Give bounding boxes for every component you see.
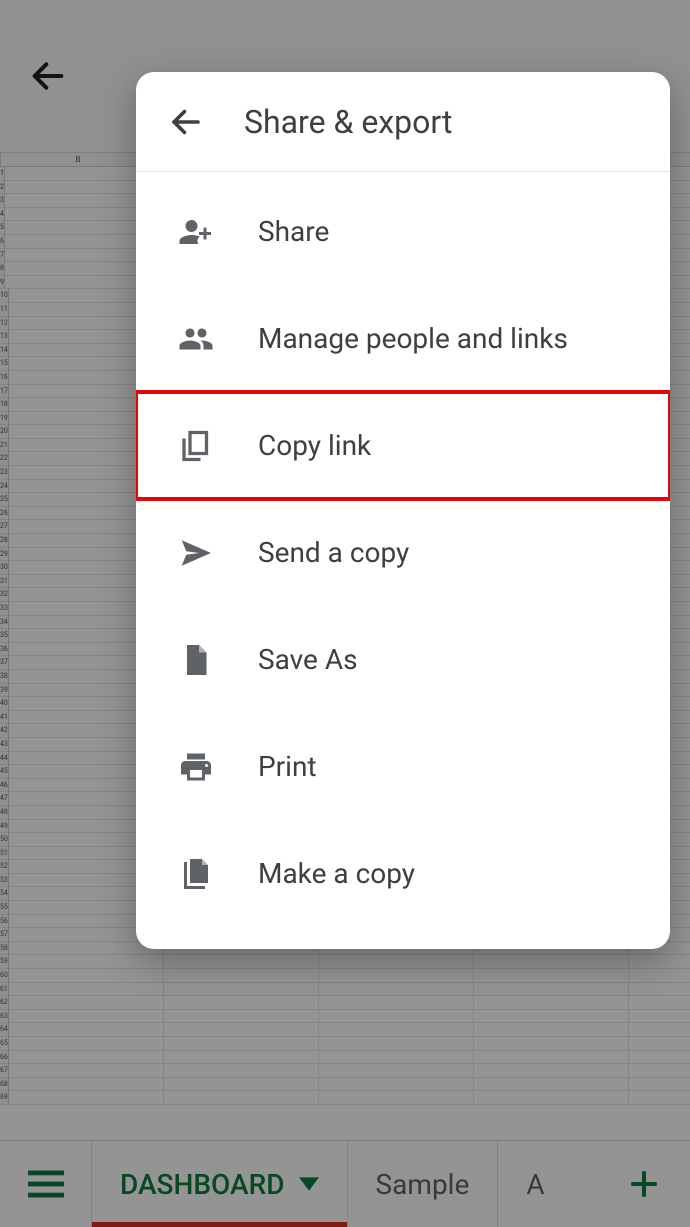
person-add-icon [170, 214, 222, 250]
menu-item-makecopy[interactable]: Make a copy [136, 820, 670, 927]
dialog-header: Share & export [136, 72, 670, 172]
send-icon [170, 535, 222, 571]
menu-item-label: Manage people and links [258, 322, 568, 355]
menu-item-send[interactable]: Send a copy [136, 499, 670, 606]
copy-icon [170, 428, 222, 464]
file-copy-icon [170, 856, 222, 892]
file-icon [170, 642, 222, 678]
menu-item-label: Send a copy [258, 536, 409, 569]
menu-item-label: Print [258, 750, 317, 783]
menu-item-copylink[interactable]: Copy link [136, 392, 670, 499]
people-icon [170, 321, 222, 357]
menu-item-label: Copy link [258, 429, 371, 462]
dialog-back-icon[interactable] [168, 104, 204, 140]
menu-item-saveas[interactable]: Save As [136, 606, 670, 713]
menu-item-share[interactable]: Share [136, 178, 670, 285]
share-export-dialog: Share & export Share Manage people and li… [136, 72, 670, 949]
menu-item-print[interactable]: Print [136, 713, 670, 820]
dialog-title: Share & export [244, 103, 452, 141]
menu-item-label: Make a copy [258, 857, 415, 890]
print-icon [170, 749, 222, 785]
menu-item-manage[interactable]: Manage people and links [136, 285, 670, 392]
menu-item-label: Share [258, 215, 329, 248]
menu-item-label: Save As [258, 643, 358, 676]
